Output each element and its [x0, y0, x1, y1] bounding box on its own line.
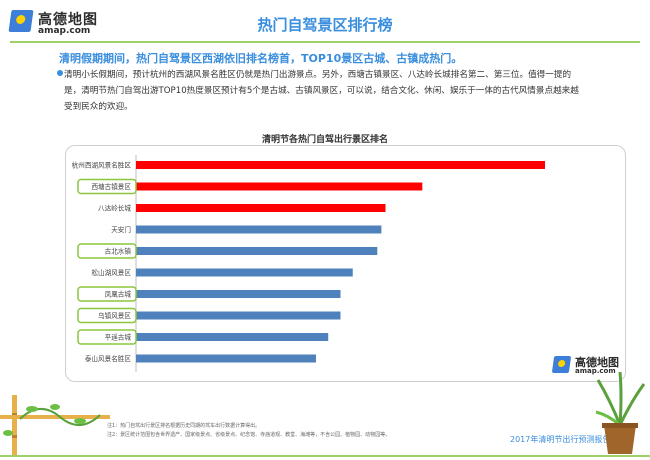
bar-9: [136, 333, 329, 341]
potted-plant-decoration: [595, 371, 646, 454]
bar-1: [136, 161, 545, 169]
category-label: 泰山风景名胜区: [85, 354, 132, 363]
footnote-1: 注1：热门自驾出行景区排名根据历史同期的驾车出行数据计算得出。: [107, 423, 261, 429]
category-label: 乌镇风景区: [98, 311, 131, 320]
bar-2: [136, 182, 423, 191]
bamboo-vine-decoration: [0, 395, 110, 455]
amap-watermark-icon: [551, 356, 572, 373]
category-label: 西塘古镇景区: [91, 182, 131, 191]
footnote-2: 注2：景区统计范围包含世界遗产、国家级景点、省级景点、纪念馆、寺庙道观、教堂、海…: [107, 432, 391, 438]
category-label: 凤凰古城: [105, 290, 132, 299]
category-label: 杭州西湖风景名胜区: [72, 161, 132, 170]
bar-4: [136, 225, 382, 234]
bar-8: [136, 311, 341, 320]
bar-3: [136, 204, 386, 212]
footnotes: 注1：热门自驾出行景区排名根据历史同期的驾车出行数据计算得出。 注2：景区统计范…: [107, 422, 390, 440]
category-label: 松山湖风景区: [91, 268, 131, 277]
category-label: 古北水镇: [105, 247, 132, 256]
bar-7: [136, 290, 341, 298]
category-label: 天安门: [111, 225, 131, 234]
bar-6: [136, 268, 353, 277]
category-label: 八达岭长城: [98, 204, 131, 213]
bottom-divider: [0, 455, 650, 457]
category-label: 平遥古城: [105, 333, 132, 342]
bar-chart: 杭州西湖风景名胜区西塘古镇景区八达岭长城天安门古北水镇松山湖风景区凤凰古城乌镇风…: [72, 155, 545, 372]
bar-5: [136, 247, 378, 255]
bar-10: [136, 354, 316, 363]
